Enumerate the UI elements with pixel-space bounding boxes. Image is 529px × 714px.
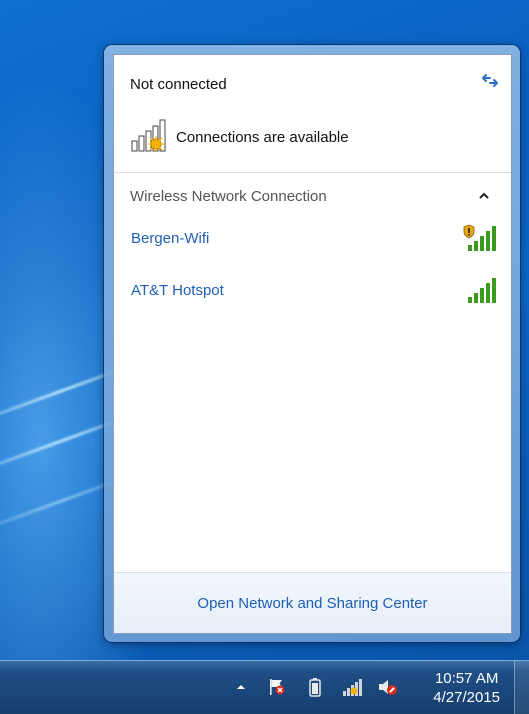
volume-muted-icon[interactable] [377, 675, 399, 699]
wifi-signal-shield-icon [463, 224, 499, 257]
network-item-att-hotspot[interactable]: AT&T Hotspot [122, 273, 503, 307]
network-status-icon[interactable] [341, 675, 363, 699]
flyout-header: Not connected Connections are available [114, 55, 511, 173]
clock-date: 4/27/2015 [433, 689, 500, 706]
battery-icon[interactable] [304, 675, 326, 699]
chevron-up-icon[interactable] [477, 189, 493, 205]
network-name: Bergen-Wifi [131, 229, 210, 247]
wireless-section-header[interactable]: Wireless Network Connection [130, 188, 495, 208]
refresh-icon[interactable] [479, 69, 501, 91]
taskbar: 10:57 AM 4/27/2015 [0, 660, 529, 714]
open-network-sharing-center-link[interactable]: Open Network and Sharing Center [197, 595, 427, 612]
taskbar-clock[interactable]: 10:57 AM 4/27/2015 [433, 669, 500, 707]
network-item-bergen-wifi[interactable]: Bergen-Wifi [122, 221, 503, 255]
network-status-icon [130, 117, 172, 158]
connection-status-title: Not connected [130, 76, 227, 93]
clock-time: 10:57 AM [434, 670, 499, 687]
connections-available-row: Connections are available [130, 117, 349, 158]
show-hidden-icons-arrow[interactable] [230, 675, 252, 699]
network-flyout: Not connected Connections are available … [113, 54, 512, 634]
network-name: AT&T Hotspot [131, 281, 224, 299]
action-center-flag-icon[interactable] [266, 675, 288, 699]
flyout-footer: Open Network and Sharing Center [114, 572, 511, 633]
section-title: Wireless Network Connection [130, 188, 327, 205]
connections-available-text: Connections are available [176, 129, 349, 146]
show-desktop-button[interactable] [514, 661, 529, 714]
wifi-signal-icon [463, 276, 499, 309]
